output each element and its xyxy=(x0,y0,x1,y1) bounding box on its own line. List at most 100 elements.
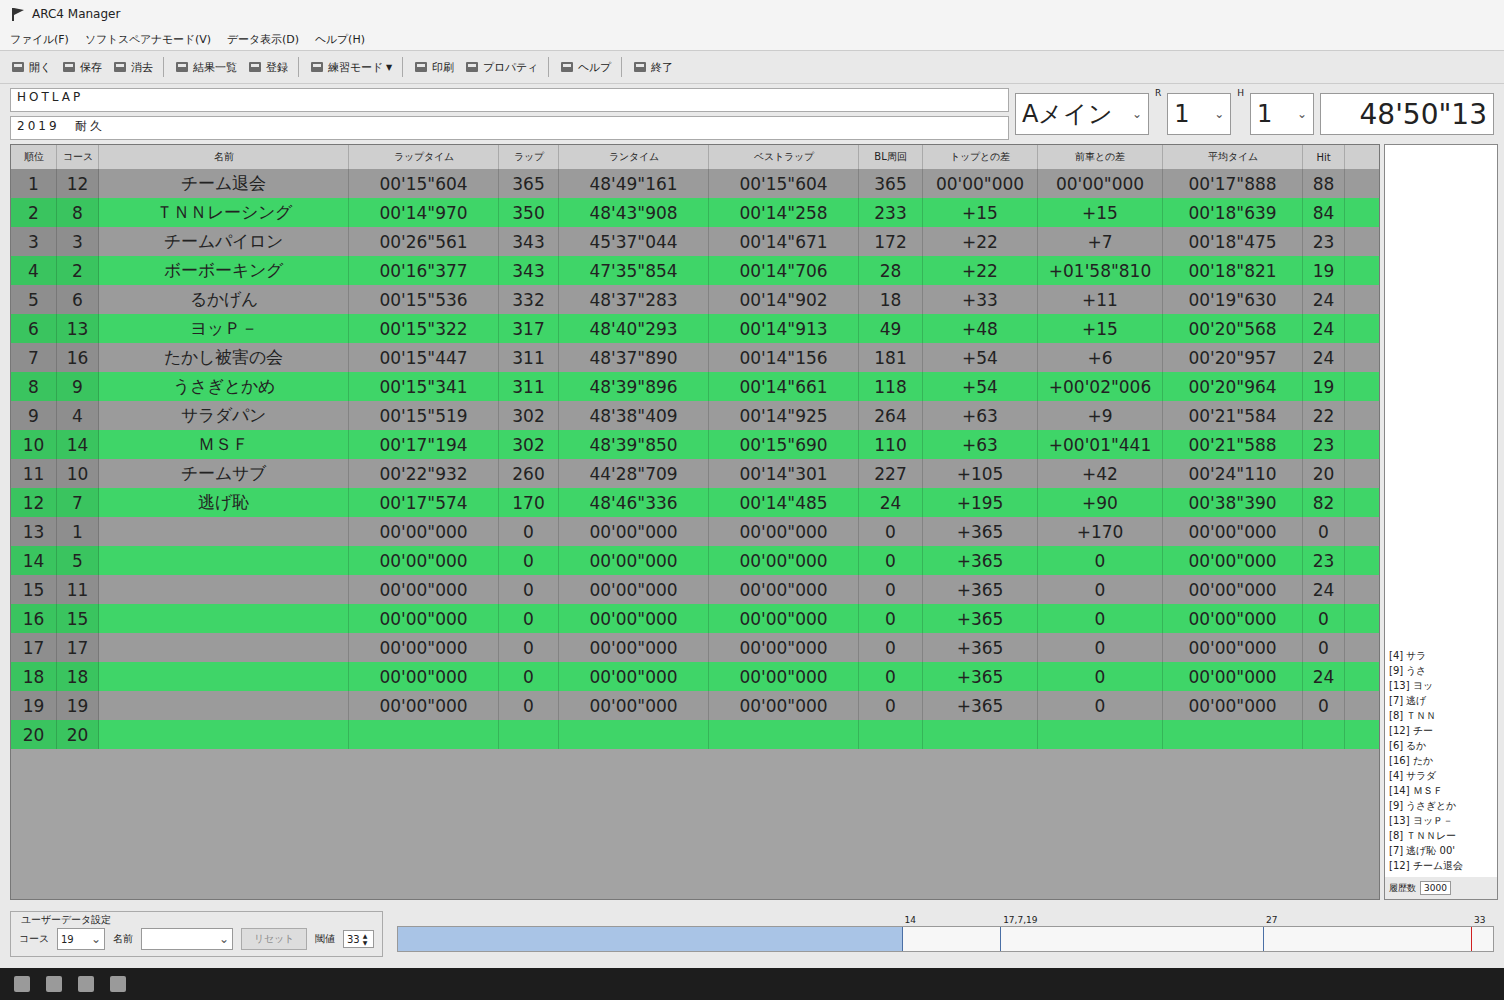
table-cell: 00'19"630 xyxy=(1163,285,1303,314)
table-cell: 00'00"000 xyxy=(349,517,499,546)
table-row[interactable]: 181800'00"000000'00"00000'00"0000+365000… xyxy=(11,662,1379,691)
table-row[interactable]: 2020 xyxy=(11,720,1379,749)
history-entry[interactable]: [8] ＴＮＮ xyxy=(1389,708,1493,723)
toolbar-button[interactable]: 開く xyxy=(10,59,51,75)
meter-marker: 17,7,19 xyxy=(1000,927,1001,951)
toolbar-button[interactable]: 消去 xyxy=(112,59,153,75)
tool-icon xyxy=(464,59,480,75)
table-row[interactable]: 161500'00"000000'00"00000'00"0000+365000… xyxy=(11,604,1379,633)
table-cell: 00'00"000 xyxy=(1163,633,1303,662)
table-cell: 00'00"000 xyxy=(559,517,709,546)
history-entry[interactable]: [14] ＭＳＦ xyxy=(1389,783,1493,798)
column-header[interactable]: ラップタイム xyxy=(349,145,499,169)
column-header[interactable]: ラップ xyxy=(499,145,559,169)
app-icon[interactable] xyxy=(110,976,126,992)
column-header[interactable]: ランタイム xyxy=(559,145,709,169)
toolbar-button[interactable]: 印刷 xyxy=(413,59,454,75)
table-row[interactable]: 14500'00"000000'00"00000'00"0000+365000'… xyxy=(11,546,1379,575)
table-cell: うさぎとかめ xyxy=(99,372,349,401)
menu-item[interactable]: ファイル(F) xyxy=(10,32,69,47)
column-header[interactable]: BL周回 xyxy=(859,145,923,169)
column-header[interactable]: 名前 xyxy=(99,145,349,169)
history-entry[interactable]: [13] ヨッＰ－ xyxy=(1389,813,1493,828)
table-row[interactable]: 127逃げ恥00'17"57417048'46"33600'14"48524+1… xyxy=(11,488,1379,517)
table-cell: 24 xyxy=(859,488,923,517)
toolbar-button[interactable]: プロパティ xyxy=(464,59,538,75)
history-entry[interactable]: [4] サラ xyxy=(1389,648,1493,663)
table-row[interactable]: 613ヨッＰ－00'15"32231748'40"29300'14"91349+… xyxy=(11,314,1379,343)
table-cell: 24 xyxy=(1303,575,1345,604)
history-entry[interactable]: [7] 逃げ恥 00' xyxy=(1389,843,1493,858)
flag-icon xyxy=(10,6,26,22)
table-row[interactable]: 89うさぎとかめ00'15"34131148'39"89600'14"66111… xyxy=(11,372,1379,401)
reset-button[interactable]: リセット xyxy=(241,928,307,950)
table-row[interactable]: 112チーム退会00'15"60436548'49"16100'15"60436… xyxy=(11,169,1379,198)
column-header[interactable]: 順位 xyxy=(11,145,57,169)
race-field[interactable]: 2019 耐久 xyxy=(10,116,1009,140)
history-entry[interactable]: [4] サラダ xyxy=(1389,768,1493,783)
table-cell: 23 xyxy=(1303,430,1345,459)
history-entry[interactable]: [12] チーム退会 xyxy=(1389,858,1493,873)
toolbar-button[interactable]: 終了 xyxy=(632,59,673,75)
toolbar-button[interactable]: 保存 xyxy=(61,59,102,75)
table-row[interactable]: 151100'00"000000'00"00000'00"0000+365000… xyxy=(11,575,1379,604)
column-header[interactable]: トップとの差 xyxy=(923,145,1038,169)
column-header[interactable]: コース xyxy=(57,145,99,169)
menu-item[interactable]: ソフトスペアナモード(V) xyxy=(85,32,211,47)
column-header[interactable]: ベストラップ xyxy=(709,145,859,169)
history-entry[interactable]: [7] 逃げ xyxy=(1389,693,1493,708)
table-cell: 311 xyxy=(499,372,559,401)
column-header[interactable]: Hit xyxy=(1303,145,1345,169)
history-entry[interactable]: [9] うさぎとか xyxy=(1389,798,1493,813)
column-header[interactable]: 前車との差 xyxy=(1038,145,1163,169)
start-icon[interactable] xyxy=(14,976,30,992)
heat-select[interactable]: Aメイン⌄ xyxy=(1015,93,1149,135)
toolbar-button[interactable]: ヘルプ xyxy=(559,59,611,75)
event-field[interactable]: HOTLAP xyxy=(10,88,1009,112)
table-row[interactable]: 716たかし被害の会00'15"44731148'37"89000'14"156… xyxy=(11,343,1379,372)
toolbar-button[interactable]: 結果一覧 xyxy=(174,59,237,75)
table-cell: 17 xyxy=(11,633,57,662)
tool-icon xyxy=(112,59,128,75)
table-cell: 00'14"156 xyxy=(709,343,859,372)
table-cell: +9 xyxy=(1038,401,1163,430)
table-row[interactable]: 171700'00"000000'00"00000'00"0000+365000… xyxy=(11,633,1379,662)
table-cell: 170 xyxy=(499,488,559,517)
history-entry[interactable]: [6] るか xyxy=(1389,738,1493,753)
threshold-spinner[interactable]: 33▲▼ xyxy=(343,930,374,948)
history-count-field[interactable]: 3000 xyxy=(1420,881,1451,895)
table-cell: 12 xyxy=(11,488,57,517)
app-icon[interactable] xyxy=(46,976,62,992)
name-select[interactable]: ⌄ xyxy=(141,928,233,950)
column-header[interactable]: 平均タイム xyxy=(1163,145,1303,169)
toolbar-button[interactable]: 登録 xyxy=(247,59,288,75)
toolbar-button[interactable]: 練習モード▼ xyxy=(309,59,392,75)
table-row[interactable]: 56るかげん00'15"53633248'37"28300'14"90218+3… xyxy=(11,285,1379,314)
history-entry[interactable]: [16] たか xyxy=(1389,753,1493,768)
r-select[interactable]: 1⌄ xyxy=(1167,93,1231,135)
menu-item[interactable]: ヘルプ(H) xyxy=(315,32,365,47)
table-row[interactable]: 13100'00"000000'00"00000'00"0000+365+170… xyxy=(11,517,1379,546)
table-cell: +00'01"441 xyxy=(1038,430,1163,459)
history-entry[interactable]: [12] チー xyxy=(1389,723,1493,738)
menu-item[interactable]: データ表示(D) xyxy=(227,32,299,47)
table-row[interactable]: 28ＴＮＮレーシング00'14"97035048'43"90800'14"258… xyxy=(11,198,1379,227)
table-row[interactable]: 94サラダパン00'15"51930248'38"40900'14"925264… xyxy=(11,401,1379,430)
history-entry[interactable]: [13] ヨッ xyxy=(1389,678,1493,693)
table-row[interactable]: 191900'00"000000'00"00000'00"0000+365000… xyxy=(11,691,1379,720)
table-row[interactable]: 42ボーボーキング00'16"37734347'35"85400'14"7062… xyxy=(11,256,1379,285)
table-row[interactable]: 1110チームサブ00'22"93226044'28"70900'14"3012… xyxy=(11,459,1379,488)
table-row[interactable]: 33チームパイロン00'26"56134345'37"04400'14"6711… xyxy=(11,227,1379,256)
table-cell: 5 xyxy=(11,285,57,314)
table-cell: 15 xyxy=(57,604,99,633)
table-cell: 24 xyxy=(1303,662,1345,691)
history-entry[interactable]: [8] ＴＮＮレー xyxy=(1389,828,1493,843)
history-entry[interactable]: [9] うさ xyxy=(1389,663,1493,678)
h-select[interactable]: 1⌄ xyxy=(1250,93,1314,135)
meter-marker: 33 xyxy=(1471,927,1472,951)
table-cell: 00'00"000 xyxy=(709,604,859,633)
course-select[interactable]: 19⌄ xyxy=(57,928,105,950)
app-icon[interactable] xyxy=(78,976,94,992)
table-row[interactable]: 1014ＭＳＦ00'17"19430248'39"85000'15"690110… xyxy=(11,430,1379,459)
table-cell: 00'00"000 xyxy=(559,662,709,691)
